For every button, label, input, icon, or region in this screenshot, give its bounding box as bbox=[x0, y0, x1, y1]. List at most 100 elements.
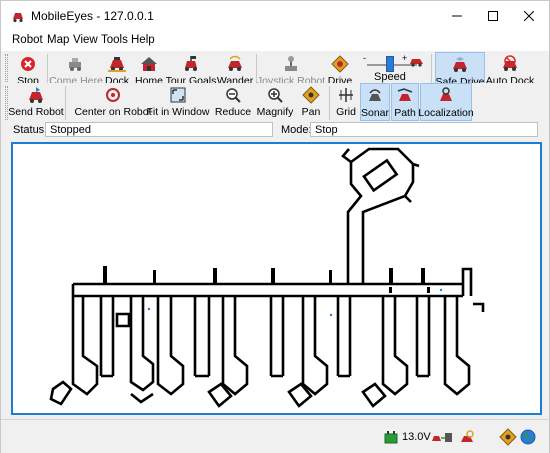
map-wall bbox=[473, 302, 485, 312]
map-point bbox=[439, 288, 443, 292]
home-icon bbox=[141, 57, 157, 71]
title-bar: MobileEyes - 127.0.0.1 bbox=[1, 1, 549, 31]
speed-minus-icon: - bbox=[363, 53, 366, 63]
maximize-icon bbox=[488, 11, 498, 21]
menu-tools[interactable]: Tools bbox=[98, 33, 131, 47]
minimize-button[interactable] bbox=[439, 1, 475, 31]
pan-compass-icon bbox=[499, 428, 517, 446]
status-label: Status: bbox=[13, 124, 48, 136]
map-obstacle bbox=[421, 268, 425, 284]
map-wall bbox=[221, 296, 249, 396]
map-wall bbox=[71, 284, 465, 296]
view-controls[interactable] bbox=[499, 427, 537, 447]
mode-field: Stop bbox=[310, 122, 538, 137]
localization-button[interactable]: Localization bbox=[418, 83, 474, 121]
map-obstacle bbox=[329, 270, 332, 284]
localization-status-icon bbox=[461, 430, 474, 442]
map-wall bbox=[346, 147, 415, 284]
zoom-in-icon bbox=[268, 88, 283, 103]
map-obstacle bbox=[389, 287, 392, 293]
fit-in-window-icon bbox=[170, 87, 186, 103]
map-wall bbox=[415, 296, 431, 378]
joystick-icon bbox=[285, 56, 297, 71]
map-point bbox=[147, 307, 151, 311]
center-on-robot-icon bbox=[106, 88, 120, 102]
speed-car-icon bbox=[410, 59, 423, 67]
speed-thumb[interactable] bbox=[385, 56, 394, 72]
map-wall bbox=[362, 158, 399, 193]
come-here-icon bbox=[69, 58, 81, 71]
map-wall bbox=[443, 296, 471, 396]
safe-drive-icon bbox=[453, 57, 467, 72]
menu-view[interactable]: View bbox=[70, 33, 101, 47]
floor-map bbox=[49, 147, 485, 408]
localization-icon bbox=[440, 87, 452, 101]
close-button[interactable] bbox=[511, 1, 547, 31]
grid-icon bbox=[339, 88, 353, 102]
map-obstacle bbox=[213, 268, 217, 284]
grid-button[interactable]: Grid bbox=[334, 83, 358, 121]
map-obstacle bbox=[271, 268, 275, 284]
map-wall bbox=[193, 296, 211, 378]
app-robot-icon bbox=[13, 13, 23, 23]
window-title: MobileEyes - 127.0.0.1 bbox=[31, 9, 154, 23]
minimize-icon bbox=[452, 15, 462, 17]
close-icon bbox=[524, 11, 534, 21]
status-line: Status: Stopped Mode: Stop bbox=[1, 121, 549, 139]
map-wall bbox=[156, 296, 185, 396]
maximize-button[interactable] bbox=[475, 1, 511, 31]
map-view[interactable] bbox=[11, 142, 542, 415]
send-robot-icon bbox=[29, 87, 43, 103]
map-obstacle bbox=[103, 266, 107, 284]
status-field: Stopped bbox=[45, 122, 273, 137]
stop-icon bbox=[21, 57, 35, 71]
map-wall bbox=[341, 148, 352, 164]
path-icon bbox=[397, 88, 413, 101]
map-wall bbox=[129, 296, 155, 392]
map-obstacle bbox=[427, 287, 430, 293]
mode-label: Mode: bbox=[281, 124, 312, 136]
map-point bbox=[329, 313, 333, 317]
map-wall bbox=[336, 296, 352, 378]
map-wall bbox=[115, 312, 131, 328]
menu-help[interactable]: Help bbox=[128, 33, 158, 47]
zoom-out-icon bbox=[226, 88, 241, 103]
bottom-status-bar: 13.0V bbox=[1, 419, 549, 453]
fit-in-window-button[interactable]: Fit in Window bbox=[147, 83, 210, 121]
map-wall bbox=[381, 296, 409, 396]
toolbar-row-2: Send Robot Center on Robot Fit in Window… bbox=[1, 83, 549, 121]
robot-connection-icon bbox=[432, 433, 452, 442]
dock-icon bbox=[108, 57, 126, 72]
battery-icon bbox=[384, 431, 398, 444]
pan-button[interactable]: Pan bbox=[298, 83, 324, 121]
map-obstacle bbox=[389, 268, 393, 284]
connection-indicator bbox=[431, 427, 453, 447]
voltage-text: 13.0V bbox=[402, 431, 431, 443]
center-on-robot-button[interactable]: Center on Robot bbox=[74, 83, 152, 121]
menu-bar: Robot Map View Tools Help bbox=[1, 31, 549, 51]
path-button[interactable]: Path bbox=[391, 83, 419, 121]
menu-map[interactable]: Map bbox=[44, 33, 72, 47]
map-wall bbox=[49, 380, 73, 406]
reduce-button[interactable]: Reduce bbox=[215, 83, 251, 121]
map-wall bbox=[269, 296, 285, 378]
speed-plus-icon: + bbox=[402, 53, 408, 63]
app-window: MobileEyes - 127.0.0.1 Robot Map View To… bbox=[0, 0, 550, 453]
drive-icon bbox=[331, 55, 349, 73]
pan-icon bbox=[302, 86, 320, 104]
map-obstacle bbox=[153, 270, 156, 284]
magnify-button[interactable]: Magnify bbox=[255, 83, 295, 121]
sonar-button[interactable]: Sonar bbox=[360, 83, 390, 121]
menu-robot[interactable]: Robot bbox=[9, 33, 46, 47]
localization-status bbox=[459, 427, 477, 447]
map-wall bbox=[301, 296, 329, 396]
map-wall bbox=[71, 296, 99, 396]
wander-icon bbox=[228, 55, 242, 71]
globe-icon bbox=[520, 429, 536, 445]
tour-goals-icon bbox=[185, 56, 197, 71]
send-robot-button[interactable]: Send Robot bbox=[8, 83, 64, 121]
map-wall bbox=[130, 392, 154, 404]
sonar-icon bbox=[369, 89, 381, 101]
toolbar-separator bbox=[65, 86, 66, 120]
map-wall bbox=[361, 382, 387, 408]
